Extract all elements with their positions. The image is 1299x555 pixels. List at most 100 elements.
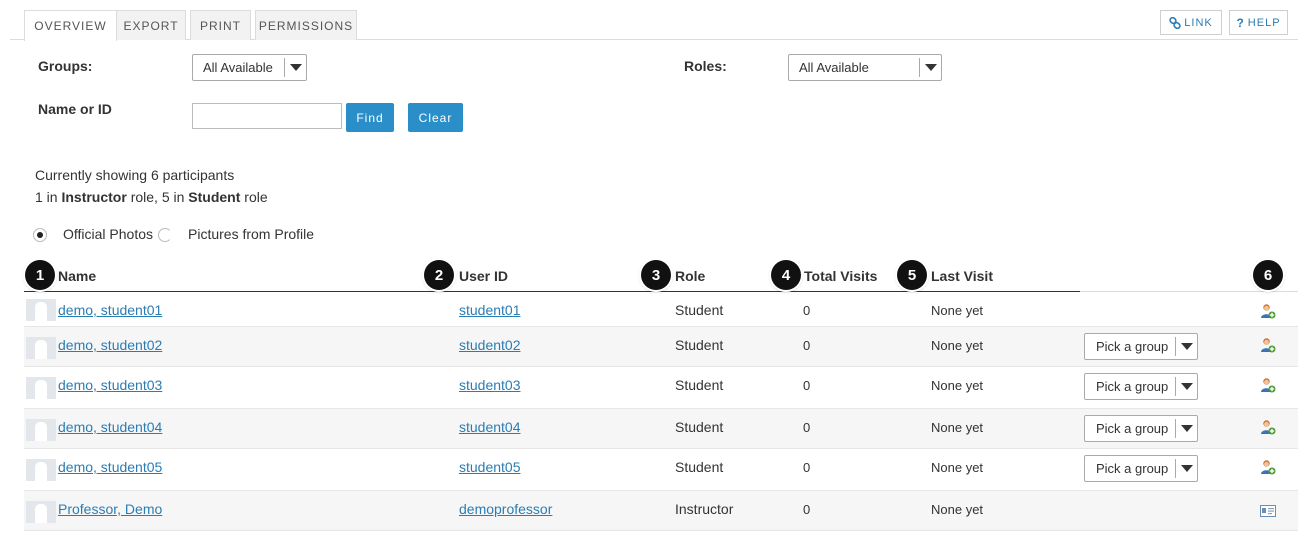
- add-to-group-person-icon[interactable]: [1260, 419, 1276, 435]
- official-photos-radio[interactable]: [33, 228, 47, 242]
- participant-photo: [26, 419, 56, 441]
- role-count-text: role, 5 in: [126, 189, 189, 205]
- participant-name-link[interactable]: demo, student04: [58, 419, 162, 435]
- tab-export[interactable]: EXPORT: [116, 10, 186, 40]
- tab-label: EXPORT: [123, 18, 179, 33]
- total-visits-cell: 0: [803, 378, 811, 393]
- roles-select[interactable]: All Available: [788, 54, 942, 81]
- pick-group-select[interactable]: Pick a group: [1084, 455, 1198, 482]
- roles-label: Roles:: [684, 58, 727, 74]
- chevron-down-icon: [1175, 459, 1197, 478]
- pick-group-select[interactable]: Pick a group: [1084, 415, 1198, 442]
- role-cell: Student: [675, 337, 724, 353]
- roles-select-value: All Available: [799, 60, 869, 75]
- last-visit-cell: None yet: [931, 502, 984, 517]
- column-header-total-visits[interactable]: Total Visits: [804, 268, 877, 284]
- column-header-last-visit[interactable]: Last Visit: [931, 268, 993, 284]
- column-header-user-id[interactable]: User ID: [459, 268, 508, 284]
- participant-name-link[interactable]: Professor, Demo: [58, 501, 162, 517]
- tab-label: PERMISSIONS: [258, 18, 354, 33]
- callout-badge: 5: [897, 260, 927, 290]
- link-button[interactable]: LINK: [1160, 10, 1222, 35]
- role-count-text: 1 in: [35, 189, 62, 205]
- pick-group-select[interactable]: Pick a group: [1084, 373, 1198, 400]
- tab-bar: OVERVIEW EXPORT PRINT PERMISSIONS: [10, 8, 1298, 41]
- last-visit-cell: None yet: [931, 460, 984, 475]
- name-or-id-input[interactable]: [192, 103, 342, 129]
- user-id-link[interactable]: student05: [459, 459, 521, 475]
- table-row: demo, student03 student03 Student 0 None…: [24, 367, 1298, 408]
- link-icon: [1169, 16, 1181, 29]
- role-cell: Student: [675, 377, 724, 393]
- callout-badge: 2: [424, 260, 454, 290]
- student-role-text: Student: [188, 189, 241, 205]
- link-label: LINK: [1184, 16, 1213, 29]
- pick-group-value: Pick a group: [1096, 379, 1169, 394]
- clear-button[interactable]: Clear: [408, 103, 463, 132]
- total-visits-cell: 0: [803, 303, 811, 318]
- groups-label: Groups:: [38, 58, 93, 74]
- add-to-group-person-icon[interactable]: [1260, 303, 1276, 319]
- total-visits-cell: 0: [803, 420, 811, 435]
- chevron-down-icon: [1175, 419, 1197, 438]
- id-card-icon[interactable]: [1260, 505, 1276, 517]
- role-suffix-text: role: [240, 189, 268, 205]
- column-header-name[interactable]: Name: [58, 268, 96, 284]
- total-visits-cell: 0: [803, 338, 811, 353]
- user-id-link[interactable]: demoprofessor: [459, 501, 552, 517]
- participant-photo: [26, 299, 56, 321]
- pick-group-value: Pick a group: [1096, 339, 1169, 354]
- user-id-link[interactable]: student04: [459, 419, 521, 435]
- callout-badge: 6: [1253, 260, 1283, 290]
- participant-name-link[interactable]: demo, student05: [58, 459, 162, 475]
- header-divider: [24, 291, 1080, 292]
- column-header-role[interactable]: Role: [675, 268, 705, 284]
- role-cell: Student: [675, 459, 724, 475]
- chevron-down-icon: [284, 58, 306, 77]
- pick-group-select[interactable]: Pick a group: [1084, 333, 1198, 360]
- tab-overview[interactable]: OVERVIEW: [24, 10, 117, 41]
- user-id-link[interactable]: student03: [459, 377, 521, 393]
- table-row: demo, student02 student02 Student 0 None…: [24, 326, 1298, 367]
- header-divider: [1080, 291, 1298, 292]
- chevron-down-icon: [1175, 337, 1197, 356]
- participant-photo: [26, 337, 56, 359]
- participant-name-link[interactable]: demo, student01: [58, 302, 162, 318]
- table-row: demo, student01 student01 Student 0 None…: [24, 294, 1298, 326]
- help-label: HELP: [1247, 16, 1281, 29]
- participant-photo: [26, 377, 56, 399]
- last-visit-cell: None yet: [931, 338, 984, 353]
- total-visits-cell: 0: [803, 502, 811, 517]
- table-row: Professor, Demo demoprofessor Instructor…: [24, 490, 1298, 531]
- last-visit-cell: None yet: [931, 420, 984, 435]
- find-button[interactable]: Find: [346, 103, 394, 132]
- add-to-group-person-icon[interactable]: [1260, 337, 1276, 353]
- profile-pictures-radio[interactable]: [158, 228, 172, 242]
- pick-group-value: Pick a group: [1096, 461, 1169, 476]
- tab-label: PRINT: [200, 18, 241, 33]
- user-id-link[interactable]: student01: [459, 302, 521, 318]
- last-visit-cell: None yet: [931, 378, 984, 393]
- participant-name-link[interactable]: demo, student02: [58, 337, 162, 353]
- tab-print[interactable]: PRINT: [190, 10, 251, 40]
- table-row: demo, student04 student04 Student 0 None…: [24, 408, 1298, 449]
- role-cell: Student: [675, 419, 724, 435]
- table-row: demo, student05 student05 Student 0 None…: [24, 449, 1298, 490]
- showing-count-text: Currently showing 6 participants: [35, 167, 235, 183]
- name-or-id-label: Name or ID: [38, 101, 112, 117]
- help-button[interactable]: ? HELP: [1229, 10, 1288, 35]
- user-id-link[interactable]: student02: [459, 337, 521, 353]
- groups-select[interactable]: All Available: [192, 54, 307, 81]
- participant-photo: [26, 501, 56, 523]
- tab-permissions[interactable]: PERMISSIONS: [255, 10, 357, 40]
- add-to-group-person-icon[interactable]: [1260, 459, 1276, 475]
- official-photos-label: Official Photos: [63, 226, 154, 242]
- profile-pictures-label: Pictures from Profile: [188, 226, 315, 242]
- role-breakdown-text: 1 in Instructor role, 5 in Student role: [35, 189, 268, 205]
- participant-name-link[interactable]: demo, student03: [58, 377, 162, 393]
- role-cell: Instructor: [675, 501, 734, 517]
- last-visit-cell: None yet: [931, 303, 984, 318]
- tab-label: OVERVIEW: [34, 19, 107, 33]
- add-to-group-person-icon[interactable]: [1260, 377, 1276, 393]
- participant-photo: [26, 459, 56, 481]
